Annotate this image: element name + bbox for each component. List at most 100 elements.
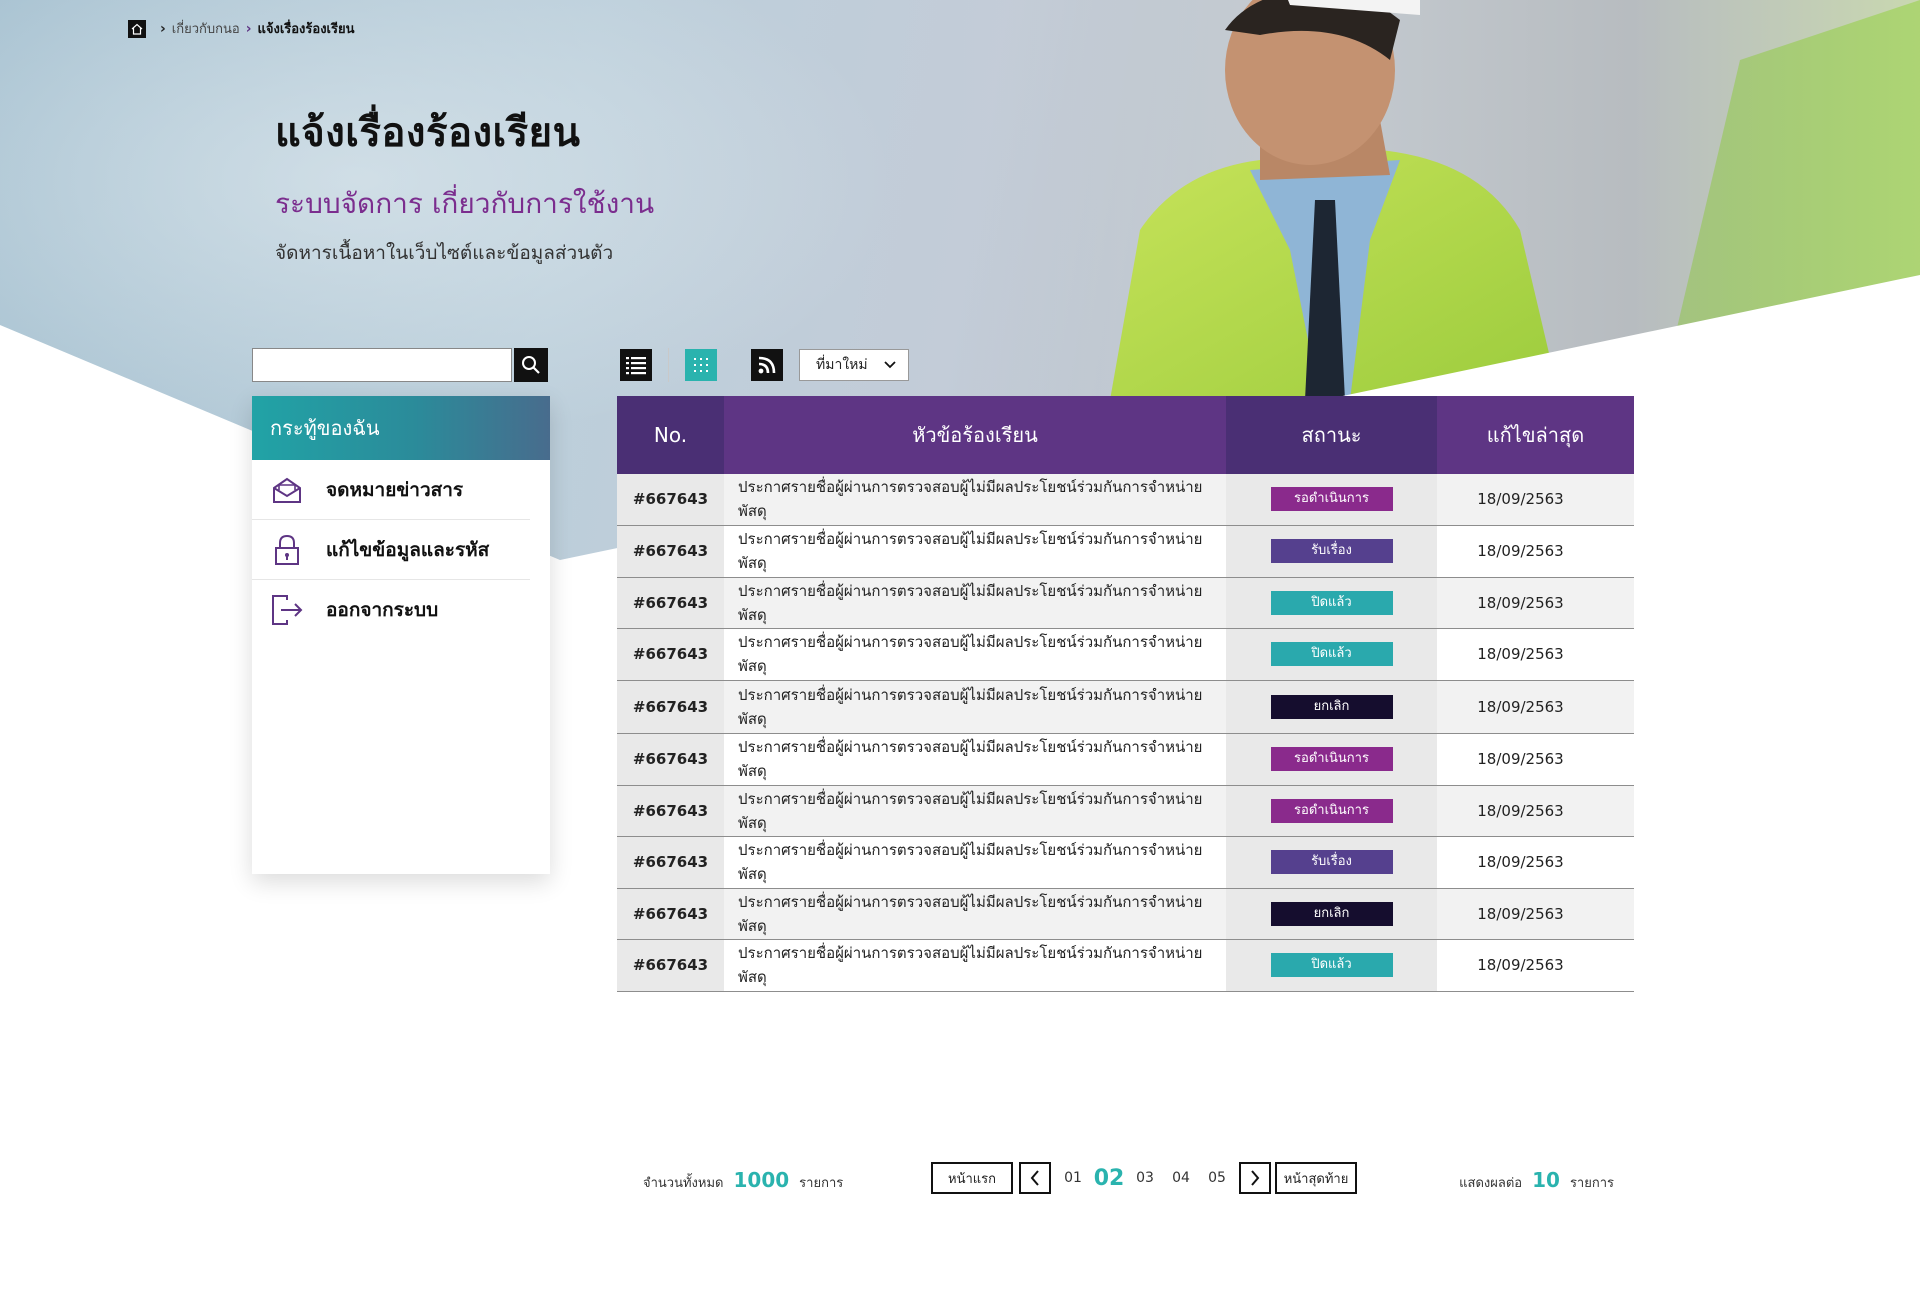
row-title[interactable]: ประกาศรายชื่อผู้ผ่านการตรวจสอบผู้ไม่มีผล… — [724, 939, 1226, 992]
rss-icon — [758, 356, 776, 374]
page-number[interactable]: 05 — [1199, 1170, 1235, 1186]
column-header-date[interactable]: แก้ไขล่าสุด — [1437, 396, 1634, 474]
row-title[interactable]: ประกาศรายชื่อผู้ผ่านการตรวจสอบผู้ไม่มีผล… — [724, 785, 1226, 837]
chevron-right-icon: › — [160, 20, 166, 37]
table-row[interactable]: #667643 ประกาศรายชื่อผู้ผ่านการตรวจสอบผู้… — [617, 733, 1634, 786]
row-status: รับเรื่อง — [1226, 525, 1437, 578]
row-title[interactable]: ประกาศรายชื่อผู้ผ่านการตรวจสอบผู้ไม่มีผล… — [724, 577, 1226, 629]
list-icon — [626, 357, 646, 375]
page-numbers: 01 02 03 04 05 — [1055, 1166, 1235, 1191]
pagination: หน้าแรก 01 02 03 04 05 หน้าสุดท้าย — [931, 1162, 1357, 1194]
sidebar-item-edit-profile[interactable]: แก้ไขข้อมูลและรหัส — [252, 520, 530, 580]
row-date: 18/09/2563 — [1437, 888, 1634, 940]
row-title[interactable]: ประกาศรายชื่อผู้ผ่านการตรวจสอบผู้ไม่มีผล… — [724, 680, 1226, 734]
page-title: แจ้งเรื่องร้องเรียน — [275, 110, 581, 156]
status-badge: รอดำเนินการ — [1270, 798, 1393, 823]
table-header-row: No. หัวข้อร้องเรียน สถานะ แก้ไขล่าสุด — [617, 396, 1634, 474]
sidebar-menu: จดหมายข่าวสาร แก้ไขข้อมูลและรหัส ออกจากร… — [252, 460, 550, 640]
sidebar-item-newsletter[interactable]: จดหมายข่าวสาร — [252, 460, 530, 520]
table-row[interactable]: #667643 ประกาศรายชื่อผู้ผ่านการตรวจสอบผู้… — [617, 680, 1634, 734]
status-badge: รอดำเนินการ — [1270, 487, 1393, 512]
row-title[interactable]: ประกาศรายชื่อผู้ผ่านการตรวจสอบผู้ไม่มีผล… — [724, 474, 1226, 526]
row-date: 18/09/2563 — [1437, 577, 1634, 629]
first-page-button[interactable]: หน้าแรก — [931, 1162, 1013, 1194]
column-header-title[interactable]: หัวข้อร้องเรียน — [724, 396, 1226, 474]
page-number[interactable]: 04 — [1163, 1170, 1199, 1186]
total-label: จำนวนทั้งหมด — [643, 1176, 724, 1191]
row-number: #667643 — [617, 680, 724, 734]
table-row[interactable]: #667643 ประกาศรายชื่อผู้ผ่านการตรวจสอบผู้… — [617, 939, 1634, 992]
table-row[interactable]: #667643 ประกาศรายชื่อผู้ผ่านการตรวจสอบผู้… — [617, 577, 1634, 629]
row-number: #667643 — [617, 939, 724, 992]
table-footer: จำนวนทั้งหมด 1000 รายการ หน้าแรก 01 02 03 0… — [617, 1162, 1634, 1198]
row-date: 18/09/2563 — [1437, 785, 1634, 837]
sidebar-item-label: แก้ไขข้อมูลและรหัส — [326, 538, 490, 561]
page-number[interactable]: 02 — [1091, 1166, 1127, 1191]
last-page-button[interactable]: หน้าสุดท้าย — [1275, 1162, 1357, 1194]
status-badge: ปิดแล้ว — [1270, 953, 1393, 977]
chevron-right-icon — [1251, 1170, 1260, 1186]
sort-select[interactable]: ที่มาใหม่ — [799, 349, 909, 381]
home-icon[interactable] — [128, 19, 146, 38]
row-status: รอดำเนินการ — [1226, 785, 1437, 837]
table-row[interactable]: #667643 ประกาศรายชื่อผู้ผ่านการตรวจสอบผู้… — [617, 474, 1634, 526]
total-number: 1000 — [733, 1168, 790, 1192]
row-title[interactable]: ประกาศรายชื่อผู้ผ่านการตรวจสอบผู้ไม่มีผล… — [724, 628, 1226, 681]
lock-icon — [270, 533, 304, 567]
rss-button[interactable] — [751, 349, 783, 381]
page-number[interactable]: 01 — [1055, 1170, 1091, 1186]
page-number[interactable]: 03 — [1127, 1170, 1163, 1186]
table-row[interactable]: #667643 ประกาศรายชื่อผู้ผ่านการตรวจสอบผู้… — [617, 785, 1634, 837]
per-page-setting: แสดงผลต่อ 10 รายการ — [1459, 1168, 1614, 1193]
per-page-number[interactable]: 10 — [1532, 1168, 1560, 1192]
row-title[interactable]: ประกาศรายชื่อผู้ผ่านการตรวจสอบผู้ไม่มีผล… — [724, 836, 1226, 889]
row-status: ปิดแล้ว — [1226, 577, 1437, 629]
row-date: 18/09/2563 — [1437, 628, 1634, 681]
list-view-button[interactable] — [620, 349, 652, 381]
page-subtitle: ระบบจัดการ เกี่ยวกับการใช้งาน — [275, 187, 655, 220]
search-button[interactable] — [514, 348, 548, 382]
sidebar-item-label: จดหมายข่าวสาร — [326, 478, 464, 501]
table-row[interactable]: #667643 ประกาศรายชื่อผู้ผ่านการตรวจสอบผู้… — [617, 888, 1634, 940]
status-badge: รับเรื่อง — [1270, 539, 1393, 563]
view-toolbar: ที่มาใหม่ — [620, 348, 909, 382]
table-row[interactable]: #667643 ประกาศรายชื่อผู้ผ่านการตรวจสอบผู้… — [617, 836, 1634, 889]
next-page-button[interactable] — [1239, 1162, 1271, 1194]
column-header-status[interactable]: สถานะ — [1226, 396, 1437, 474]
chevron-right-icon: › — [245, 20, 252, 37]
status-badge: ปิดแล้ว — [1270, 642, 1393, 666]
row-status: ปิดแล้ว — [1226, 939, 1437, 992]
row-date: 18/09/2563 — [1437, 733, 1634, 786]
row-status: ปิดแล้ว — [1226, 628, 1437, 681]
row-number: #667643 — [617, 888, 724, 940]
row-title[interactable]: ประกาศรายชื่อผู้ผ่านการตรวจสอบผู้ไม่มีผล… — [724, 733, 1226, 786]
status-badge: ยกเลิก — [1270, 694, 1393, 719]
complaints-table: No. หัวข้อร้องเรียน สถานะ แก้ไขล่าสุด #6… — [617, 396, 1634, 992]
chevron-left-icon — [1030, 1170, 1039, 1186]
sidebar: กระทู้ของฉัน จดหมายข่าวสาร แก้ไขข้อมูลแล… — [252, 396, 550, 874]
search-input[interactable] — [252, 348, 512, 382]
row-number: #667643 — [617, 474, 724, 526]
column-header-no[interactable]: No. — [617, 396, 724, 474]
row-title[interactable]: ประกาศรายชื่อผู้ผ่านการตรวจสอบผู้ไม่มีผล… — [724, 525, 1226, 578]
table-row[interactable]: #667643 ประกาศรายชื่อผู้ผ่านการตรวจสอบผู้… — [617, 628, 1634, 681]
row-status: รอดำเนินการ — [1226, 733, 1437, 786]
prev-page-button[interactable] — [1019, 1162, 1051, 1194]
row-number: #667643 — [617, 785, 724, 837]
row-date: 18/09/2563 — [1437, 680, 1634, 734]
table-row[interactable]: #667643 ประกาศรายชื่อผู้ผ่านการตรวจสอบผู้… — [617, 525, 1634, 578]
sidebar-title: กระทู้ของฉัน — [252, 396, 550, 460]
breadcrumb-item-about[interactable]: เกี่ยวกับกนอ — [172, 18, 240, 39]
total-unit: รายการ — [799, 1176, 844, 1191]
breadcrumb: › เกี่ยวกับกนอ › แจ้งเรื่องร้องเรียน — [128, 18, 354, 39]
sidebar-item-logout[interactable]: ออกจากระบบ — [252, 580, 530, 640]
sort-select-value: ที่มาใหม่ — [816, 357, 868, 373]
envelope-open-icon — [270, 473, 304, 507]
grid-view-button[interactable] — [685, 349, 717, 381]
search-bar — [252, 348, 548, 382]
row-status: รับเรื่อง — [1226, 836, 1437, 889]
row-title[interactable]: ประกาศรายชื่อผู้ผ่านการตรวจสอบผู้ไม่มีผล… — [724, 888, 1226, 940]
row-date: 18/09/2563 — [1437, 939, 1634, 992]
row-number: #667643 — [617, 836, 724, 889]
total-count: จำนวนทั้งหมด 1000 รายการ — [643, 1168, 843, 1193]
